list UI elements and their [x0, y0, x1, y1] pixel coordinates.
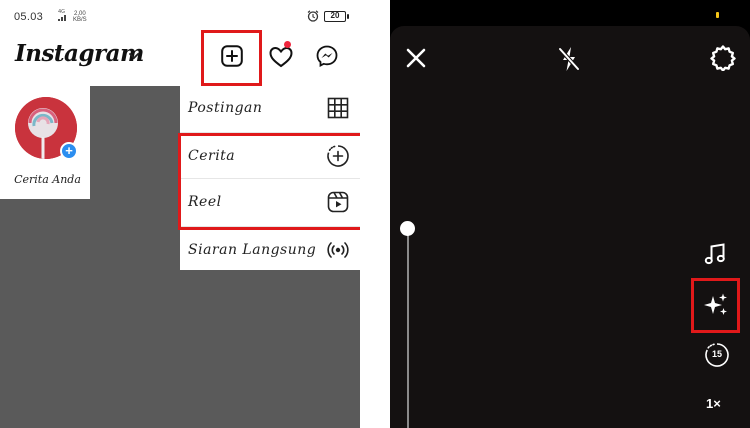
- chevron-down-icon[interactable]: [128, 50, 140, 62]
- add-story-plus-icon[interactable]: +: [60, 142, 78, 160]
- panel-gap: [360, 0, 390, 428]
- instagram-home-screen: 05.03 4G 2,00 KB/S 20 Instagram + Cerita…: [0, 0, 360, 428]
- menu-item-label: Siaran Langsung: [188, 242, 317, 258]
- notification-dot: [284, 41, 291, 48]
- menu-item-label: Postingan: [188, 100, 263, 116]
- status-bar: 05.03 4G 2,00 KB/S 20: [0, 0, 360, 30]
- battery-icon: 20: [324, 11, 349, 22]
- divider: [180, 178, 360, 179]
- create-button[interactable]: [203, 30, 261, 84]
- screenshot-composite: 05.03 4G 2,00 KB/S 20 Instagram + Cerita…: [0, 0, 750, 428]
- divider: [180, 226, 360, 227]
- camera-screen: 15 1×: [390, 0, 750, 428]
- effects-sparkle-icon[interactable]: [703, 292, 729, 318]
- story-label: Cerita Anda: [14, 173, 81, 186]
- status-time: 05.03: [14, 11, 44, 23]
- zoom-slider-handle[interactable]: [400, 221, 415, 236]
- menu-item-post[interactable]: Postingan: [180, 86, 360, 132]
- alarm-icon: [307, 10, 319, 22]
- grid-icon: [327, 97, 349, 119]
- network-speed: 2,00 KB/S: [73, 11, 87, 23]
- music-note-icon[interactable]: [703, 242, 727, 266]
- messenger-icon[interactable]: [316, 45, 338, 67]
- close-icon[interactable]: [405, 47, 427, 69]
- menu-item-live[interactable]: Siaran Langsung: [180, 228, 360, 274]
- signal-icon: [58, 15, 66, 21]
- menu-item-reel[interactable]: Reel: [180, 180, 360, 226]
- flash-off-icon[interactable]: [556, 44, 582, 74]
- menu-item-label: Cerita: [188, 148, 236, 164]
- privacy-indicator: [716, 12, 719, 18]
- app-logo[interactable]: Instagram: [15, 40, 144, 67]
- camera-viewfinder[interactable]: [390, 26, 750, 428]
- timer-button[interactable]: 15: [704, 342, 730, 368]
- your-story[interactable]: + Cerita Anda: [0, 86, 90, 199]
- plus-square-icon: [221, 45, 243, 67]
- zoom-slider-track[interactable]: [407, 230, 409, 428]
- settings-gear-icon[interactable]: [710, 45, 736, 71]
- network-indicator: 4G: [58, 10, 68, 23]
- story-add-icon: [327, 145, 349, 167]
- reel-icon: [327, 191, 349, 213]
- create-menu: Postingan Cerita Reel Siaran Langsung: [180, 86, 360, 270]
- heart-icon[interactable]: [268, 44, 294, 70]
- divider: [180, 132, 360, 133]
- menu-item-story[interactable]: Cerita: [180, 134, 360, 180]
- timer-label: 15: [711, 349, 722, 359]
- menu-item-label: Reel: [188, 194, 222, 210]
- top-bar: Instagram: [0, 38, 360, 78]
- zoom-level-label[interactable]: 1×: [706, 396, 721, 411]
- live-icon: [327, 242, 349, 258]
